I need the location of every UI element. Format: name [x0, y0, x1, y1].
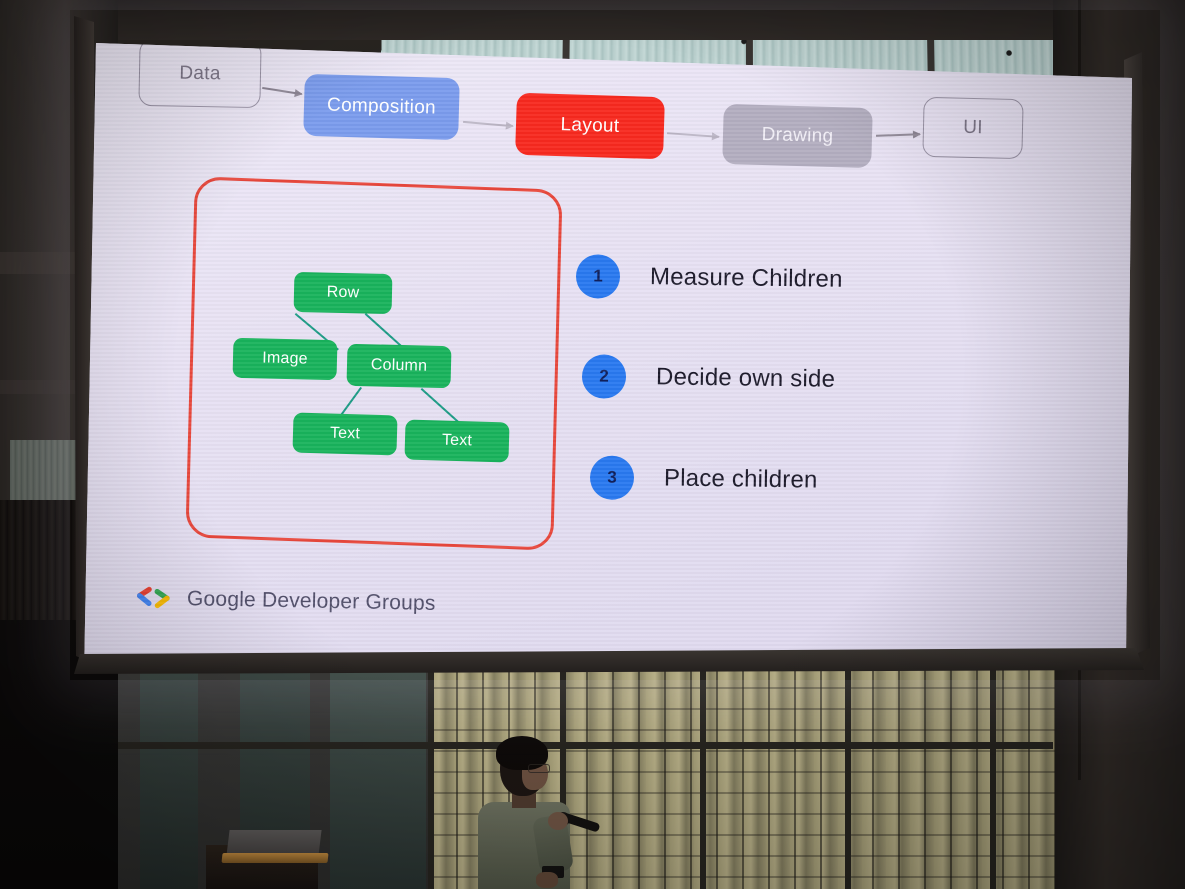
google-developer-groups-logo [134, 585, 174, 612]
tree-node-image: Image [232, 337, 338, 381]
step-bullet-3: 3 [589, 455, 635, 501]
screen-surface: Data Composition Layout Drawing UI Row I… [84, 43, 1132, 668]
pipeline-arrow-1 [262, 86, 302, 96]
pipeline-node-composition: Composition [303, 73, 460, 141]
tree-node-text-1: Text [292, 412, 398, 456]
step-bullet-1: 1 [575, 254, 621, 299]
step-label-1: Measure Children [649, 263, 843, 293]
tree-edge-column-text2 [420, 388, 461, 425]
pipeline-node-drawing: Drawing [722, 103, 873, 169]
pipeline-node-ui: UI [922, 96, 1024, 160]
step-label-2: Decide own side [655, 363, 836, 393]
tree-node-text-2: Text [404, 419, 510, 463]
tree-node-row: Row [293, 271, 393, 315]
step-label-3: Place children [663, 464, 818, 494]
slide-footer: Google Developer Groups [134, 585, 436, 617]
step-item-2: 2 Decide own side [581, 354, 836, 402]
pipeline-node-data: Data [138, 43, 262, 109]
step-bullet-2: 2 [581, 354, 627, 399]
photo-scene: Data Composition Layout Drawing UI Row I… [0, 0, 1185, 889]
pipeline-arrow-2 [463, 120, 513, 128]
tree-node-column: Column [346, 343, 452, 389]
pipeline-node-layout: Layout [515, 92, 665, 160]
slide: Data Composition Layout Drawing UI Row I… [84, 43, 1132, 668]
projection-screen: Data Composition Layout Drawing UI Row I… [0, 0, 1185, 889]
step-item-1: 1 Measure Children [575, 254, 843, 302]
step-item-3: 3 Place children [589, 455, 818, 502]
pipeline-arrow-3 [666, 132, 720, 138]
layout-steps-list: 1 Measure Children 2 Decide own side 3 P… [552, 228, 1072, 558]
pipeline-diagram: Data Composition Layout Drawing UI [84, 43, 1132, 178]
footer-text: Google Developer Groups [186, 587, 436, 615]
pipeline-arrow-4 [875, 133, 921, 137]
composition-tree: Row Image Column Text Text [190, 183, 552, 538]
